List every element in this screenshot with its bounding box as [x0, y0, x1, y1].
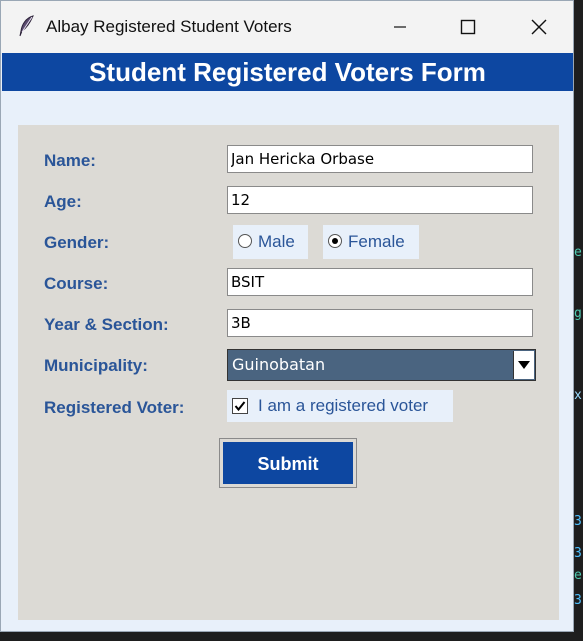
- municipality-select[interactable]: Guinobatan: [227, 349, 536, 381]
- checkmark-icon: [234, 401, 246, 412]
- feather-icon: [18, 15, 36, 37]
- app-window: Albay Registered Student Voters Student …: [0, 0, 574, 632]
- minimize-button[interactable]: [377, 1, 423, 53]
- maximize-icon: [460, 19, 476, 35]
- name-label: Name:: [44, 151, 96, 170]
- submit-label: Submit: [223, 442, 353, 484]
- form-panel: Name: Age: Gender: Male Female Course: Y…: [18, 125, 559, 620]
- close-icon: [531, 19, 547, 35]
- registered-voter-label: Registered Voter:: [44, 398, 185, 417]
- dropdown-arrow[interactable]: [513, 351, 534, 379]
- title-bar[interactable]: Albay Registered Student Voters: [1, 1, 573, 53]
- year-section-label: Year & Section:: [44, 315, 169, 334]
- municipality-selected-value: Guinobatan: [232, 355, 326, 374]
- minimize-icon: [394, 26, 406, 28]
- course-label: Course:: [44, 274, 109, 293]
- gender-radio-male[interactable]: Male: [233, 225, 308, 259]
- name-field[interactable]: [227, 145, 533, 173]
- radio-female-label: Female: [348, 232, 405, 251]
- year-section-field[interactable]: [227, 309, 533, 337]
- submit-button[interactable]: Submit: [219, 438, 357, 488]
- municipality-label: Municipality:: [44, 356, 148, 375]
- radio-male-label: Male: [258, 232, 295, 251]
- form-heading: Student Registered Voters Form: [2, 53, 573, 91]
- checkbox-label: I am a registered voter: [258, 396, 429, 415]
- radio-female-indicator[interactable]: [328, 234, 342, 248]
- registered-voter-checkbox[interactable]: I am a registered voter: [227, 390, 453, 422]
- radio-male-indicator[interactable]: [238, 234, 252, 248]
- window-title: Albay Registered Student Voters: [46, 17, 292, 36]
- age-field[interactable]: [227, 186, 533, 214]
- checkbox-indicator[interactable]: [232, 398, 248, 414]
- age-label: Age:: [44, 192, 82, 211]
- gender-label: Gender:: [44, 233, 110, 252]
- chevron-down-icon: [518, 361, 530, 369]
- course-field[interactable]: [227, 268, 533, 296]
- close-button[interactable]: [516, 1, 562, 53]
- maximize-button[interactable]: [445, 1, 491, 53]
- gender-radio-female[interactable]: Female: [323, 225, 419, 259]
